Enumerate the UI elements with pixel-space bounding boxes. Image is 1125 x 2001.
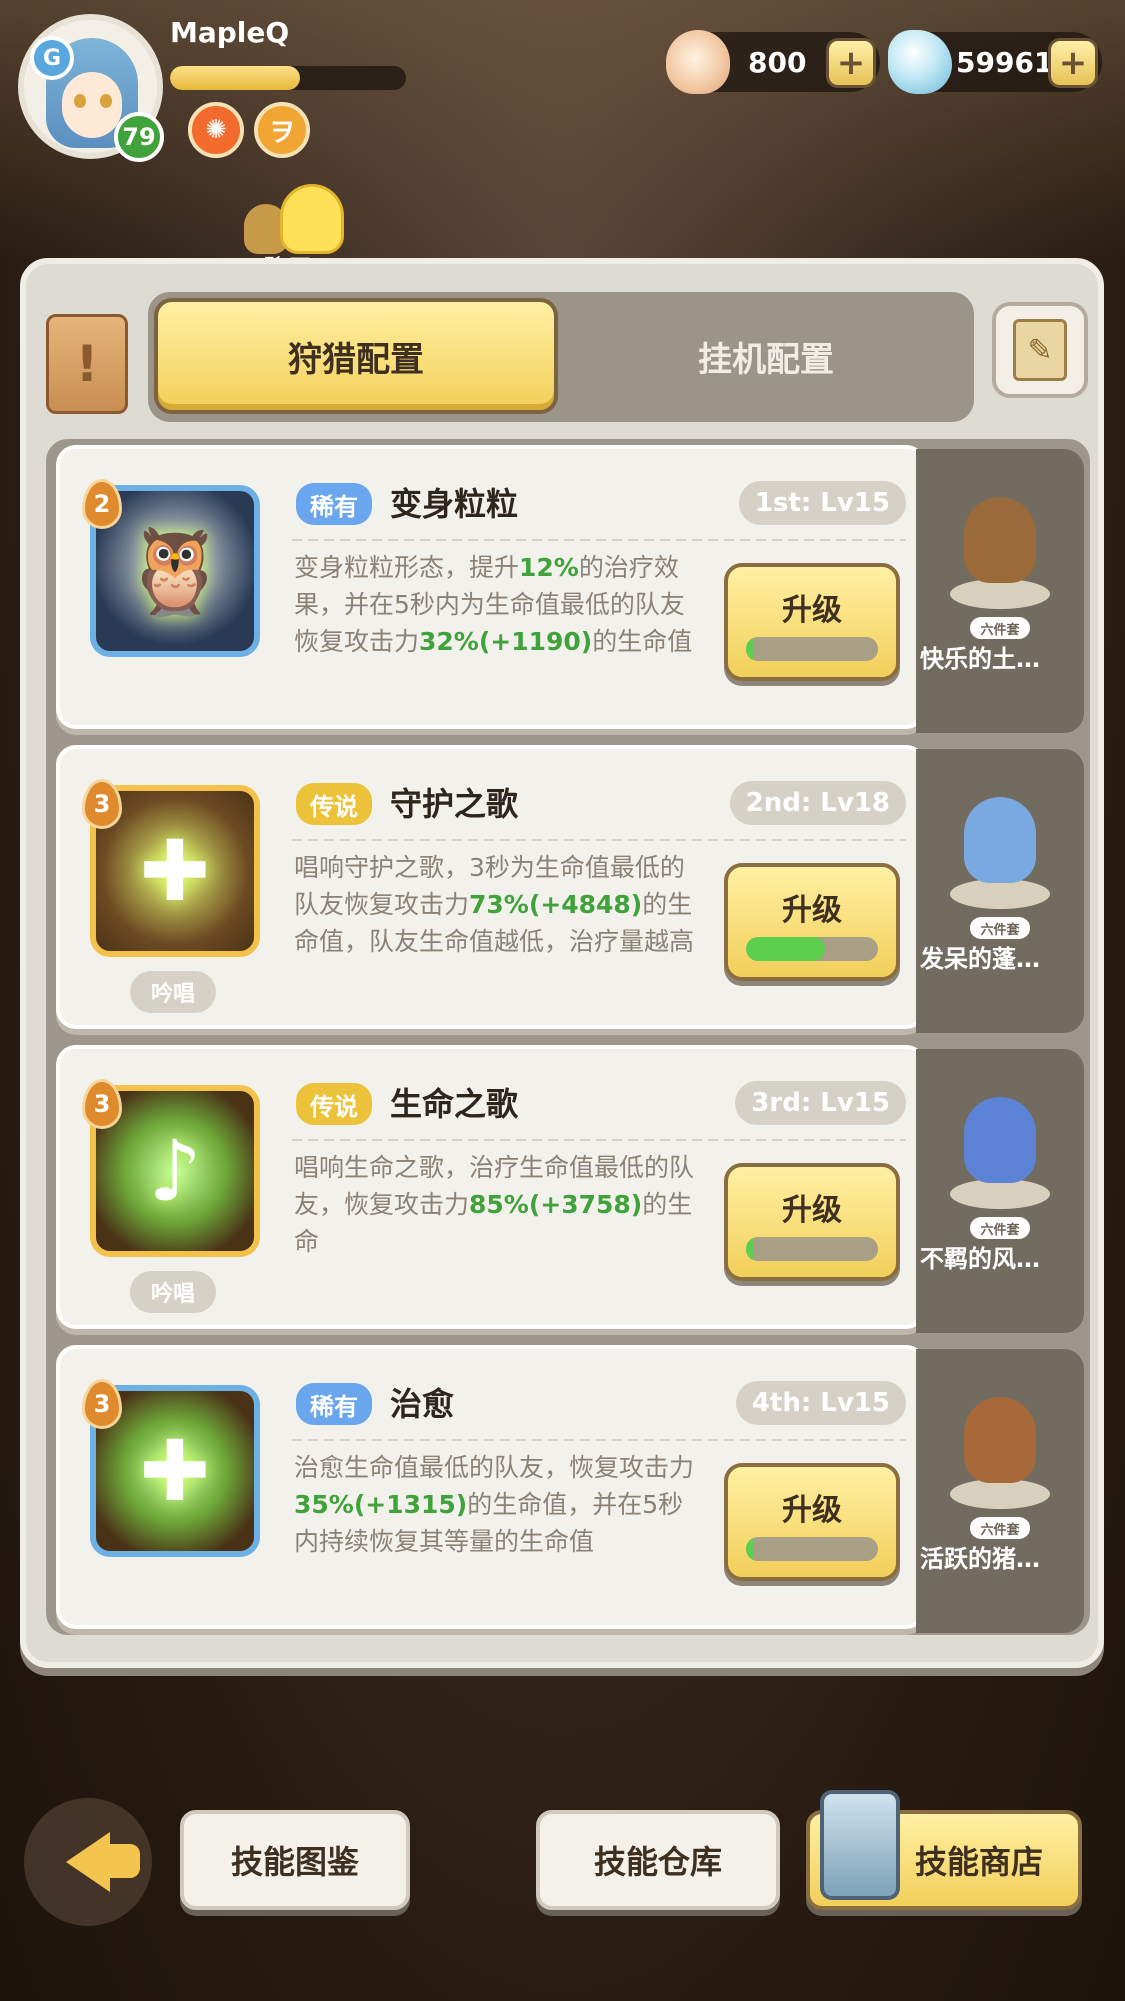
rarity-badge: 传说 xyxy=(296,783,372,825)
skill-config-panel: ! 狩猎配置 挂机配置 ✎ 🦉 2 稀有 变身粒粒 1st: Lv15 变身粒粒… xyxy=(20,258,1104,1668)
player-level-badge: 79 xyxy=(114,112,164,162)
shop-icon xyxy=(820,1790,900,1900)
slot-level-tag: 2nd: Lv18 xyxy=(729,781,906,825)
pet-name: 不羁的风… xyxy=(920,1245,1040,1273)
upgrade-progress-fill xyxy=(746,1537,753,1561)
shell-amount: 800 xyxy=(748,45,807,79)
edit-card-icon: ✎ xyxy=(1013,319,1067,381)
skill-description: 唱响生命之歌，治疗生命值最低的队友，恢复攻击力85%(+3758)的生命 xyxy=(294,1153,695,1256)
chat-icon-front xyxy=(280,184,344,254)
skill-description: 治愈生命值最低的队友，恢复攻击力35%(+1315)的生命值，并在5秒内持续恢复… xyxy=(294,1453,695,1556)
config-tab-bar: 狩猎配置 挂机配置 xyxy=(148,292,974,422)
skill-name: 守护之歌 xyxy=(390,785,519,823)
upgrade-button[interactable]: 升级 xyxy=(724,563,900,681)
skill-description: 变身粒粒形态，提升12%的治疗效果，并在5秒内为生命值最低的队友恢复攻击力32%… xyxy=(294,553,693,656)
pet-set-panel[interactable]: 六件套 发呆的蓬… xyxy=(916,749,1084,1033)
pet-body xyxy=(964,797,1036,883)
rarity-badge: 稀有 xyxy=(296,483,372,525)
skill-description: 唱响守护之歌，3秒为生命值最低的队友恢复攻击力73%(+4848)的生命值，队友… xyxy=(294,853,695,956)
buff-icon-1[interactable]: ✺ xyxy=(188,102,244,158)
skill-card[interactable]: ✚ 3 吟唱 传说 守护之歌 2nd: Lv18 唱响守护之歌，3秒为生命值最低… xyxy=(56,745,926,1029)
upgrade-button[interactable]: 升级 xyxy=(724,863,900,981)
set-tag: 六件套 xyxy=(970,917,1030,939)
pet-set-panel[interactable]: 六件套 活跃的猪… xyxy=(916,1349,1084,1633)
skill-name: 治愈 xyxy=(390,1385,455,1423)
pet-body xyxy=(964,1097,1036,1183)
xp-bar xyxy=(170,66,406,90)
upgrade-progress-bar xyxy=(746,1537,878,1561)
xp-fill xyxy=(170,66,300,90)
set-tag: 六件套 xyxy=(970,617,1030,639)
pet-pedestal xyxy=(950,579,1050,609)
upgrade-label: 升级 xyxy=(782,1193,842,1228)
divider xyxy=(292,539,906,541)
notice-scroll-icon[interactable]: ! xyxy=(46,314,128,414)
upgrade-label: 升级 xyxy=(782,893,842,928)
upgrade-button[interactable]: 升级 xyxy=(724,1463,900,1581)
pet-set-panel[interactable]: 六件套 快乐的土… xyxy=(916,449,1084,733)
slot-level-tag: 1st: Lv15 xyxy=(738,481,906,525)
gem-currency: 599613 + xyxy=(888,30,1102,94)
set-tag: 六件套 xyxy=(970,1217,1030,1239)
back-arrow-stem xyxy=(100,1844,140,1878)
pet-body xyxy=(964,1397,1036,1483)
add-gems-button[interactable]: + xyxy=(1048,38,1098,88)
pet-figure: 六件套 xyxy=(940,1367,1060,1539)
upgrade-progress-fill xyxy=(746,1237,753,1261)
slot-level-tag: 4th: Lv15 xyxy=(735,1381,906,1425)
skill-codex-button[interactable]: 技能图鉴 xyxy=(180,1810,410,1910)
tab-idle-config[interactable]: 挂机配置 xyxy=(566,298,966,414)
player-name: MapleQ xyxy=(170,16,290,49)
pet-pedestal xyxy=(950,1479,1050,1509)
upgrade-progress-bar xyxy=(746,1237,878,1261)
player-avatar[interactable]: G 79 xyxy=(18,14,164,162)
divider xyxy=(292,839,906,841)
skill-list: 🦉 2 稀有 变身粒粒 1st: Lv15 变身粒粒形态，提升12%的治疗效果，… xyxy=(46,439,1090,1635)
rarity-badge: 传说 xyxy=(296,1083,372,1125)
shell-currency: 800 + xyxy=(666,30,880,94)
add-shells-button[interactable]: + xyxy=(826,38,876,88)
upgrade-button[interactable]: 升级 xyxy=(724,1163,900,1281)
pet-name: 发呆的蓬… xyxy=(920,945,1040,973)
skill-storage-button[interactable]: 技能仓库 xyxy=(536,1810,780,1910)
upgrade-label: 升级 xyxy=(782,593,842,628)
sync-icon: G xyxy=(30,36,74,80)
skill-name: 变身粒粒 xyxy=(390,485,519,523)
tab-hunt-config[interactable]: 狩猎配置 xyxy=(154,298,558,414)
pet-figure: 六件套 xyxy=(940,1067,1060,1239)
gem-icon xyxy=(888,30,952,94)
slot-level-tag: 3rd: Lv15 xyxy=(735,1081,906,1125)
divider xyxy=(292,1439,906,1441)
skill-card[interactable]: ♪ 3 吟唱 传说 生命之歌 3rd: Lv15 唱响生命之歌，治疗生命值最低的… xyxy=(56,1045,926,1329)
shell-icon xyxy=(666,30,730,94)
skill-shop-label: 技能商店 xyxy=(914,1843,1043,1881)
pet-body xyxy=(964,497,1036,583)
set-tag: 六件套 xyxy=(970,1517,1030,1539)
pet-pedestal xyxy=(950,879,1050,909)
pet-set-panel[interactable]: 六件套 不羁的风… xyxy=(916,1049,1084,1333)
buff-icon-2[interactable]: ヲ xyxy=(254,102,310,158)
upgrade-label: 升级 xyxy=(782,1493,842,1528)
chant-tag: 吟唱 xyxy=(130,971,216,1013)
upgrade-progress-bar xyxy=(746,937,878,961)
rarity-badge: 稀有 xyxy=(296,1383,372,1425)
chant-tag: 吟唱 xyxy=(130,1271,216,1313)
skill-name: 生命之歌 xyxy=(390,1085,519,1123)
upgrade-progress-bar xyxy=(746,637,878,661)
upgrade-progress-fill xyxy=(746,937,826,961)
pet-figure: 六件套 xyxy=(940,467,1060,639)
skill-shop-button[interactable]: 技能商店 xyxy=(806,1790,1082,1910)
pet-name: 活跃的猪… xyxy=(920,1545,1040,1573)
skill-card[interactable]: ✚ 3 稀有 治愈 4th: Lv15 治愈生命值最低的队友，恢复攻击力35%(… xyxy=(56,1345,926,1629)
edit-config-button[interactable]: ✎ xyxy=(992,302,1088,398)
back-button[interactable] xyxy=(24,1798,152,1926)
pet-figure: 六件套 xyxy=(940,767,1060,939)
pet-pedestal xyxy=(950,1179,1050,1209)
skill-card[interactable]: 🦉 2 稀有 变身粒粒 1st: Lv15 变身粒粒形态，提升12%的治疗效果，… xyxy=(56,445,926,729)
pet-name: 快乐的土… xyxy=(920,645,1040,673)
upgrade-progress-fill xyxy=(746,637,753,661)
divider xyxy=(292,1139,906,1141)
